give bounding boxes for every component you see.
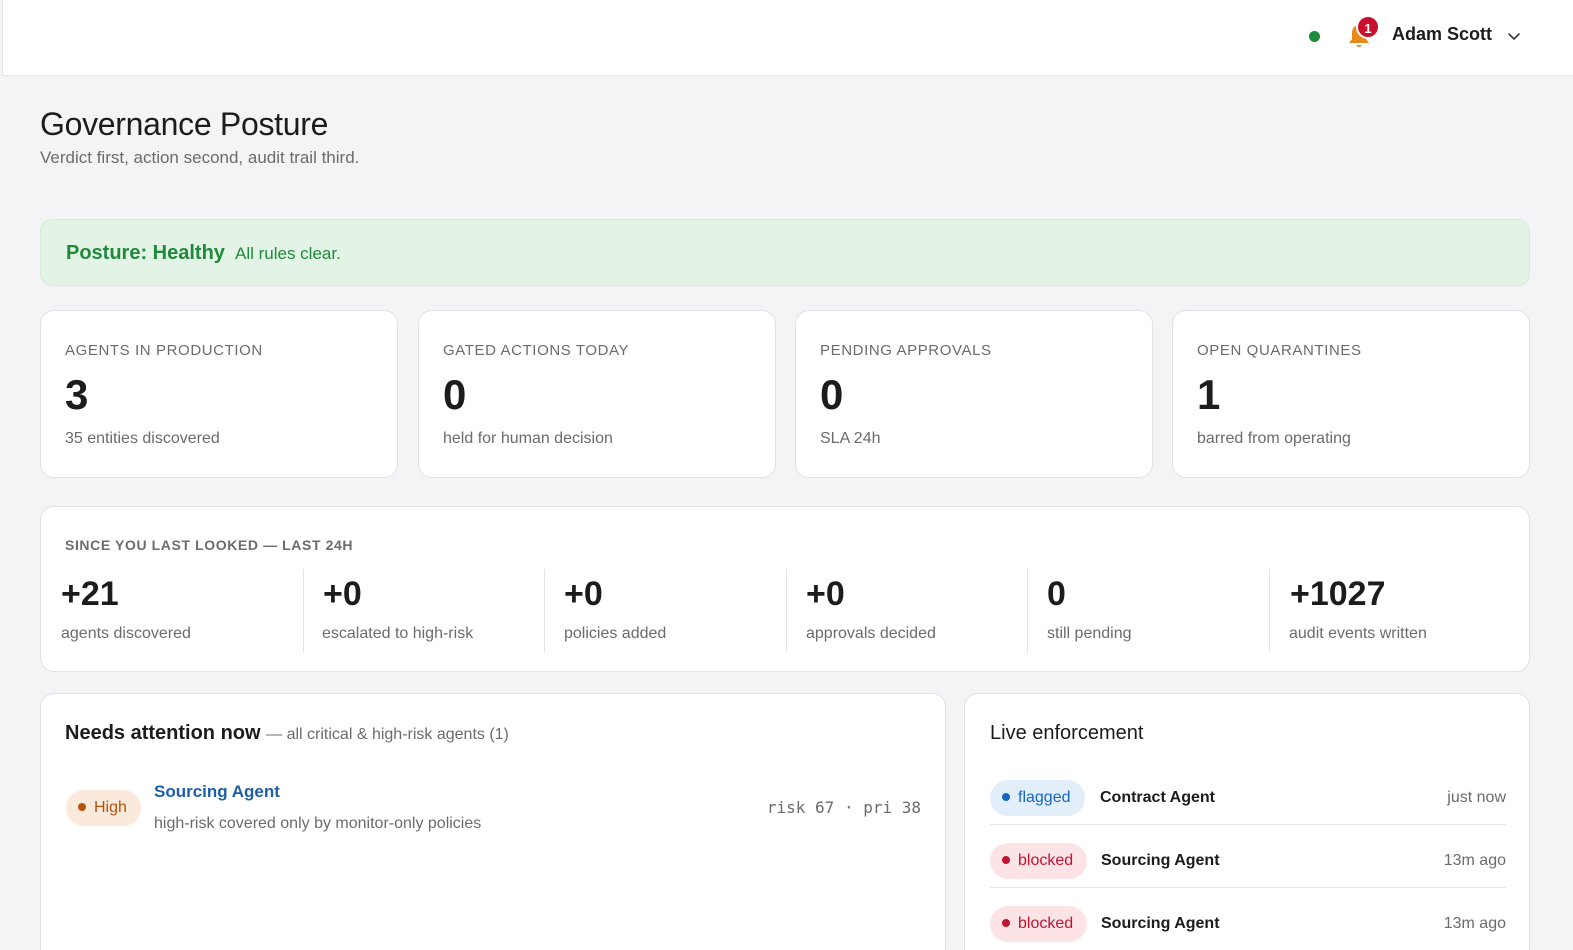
event-time: 13m ago: [1443, 852, 1506, 869]
attention-risk-meta: risk 67 · pri 38: [766, 798, 921, 817]
kpi-subtext: held for human decision: [443, 430, 613, 447]
stat-approvals-decided: +0 approvals decided: [786, 569, 1028, 653]
kpi-value: 1: [1197, 371, 1221, 418]
posture-message: All rules clear.: [235, 244, 341, 263]
stat-label: approvals decided: [806, 625, 936, 642]
kpi-label: OPEN QUARANTINES: [1197, 342, 1362, 359]
kpi-subtext: barred from operating: [1197, 430, 1351, 447]
stat-escalated: +0 escalated to high-risk: [303, 569, 545, 653]
stat-label: policies added: [564, 625, 667, 642]
enforcement-event-row[interactable]: blocked Sourcing Agent 13m ago: [990, 825, 1506, 888]
kpi-label: PENDING APPROVALS: [820, 342, 992, 359]
enforcement-event-row[interactable]: blocked Sourcing Agent 13m ago: [990, 888, 1506, 950]
status-badge: blocked: [990, 906, 1088, 942]
posture-status: Posture: Healthy: [66, 242, 225, 264]
attention-title: Needs attention now: [65, 722, 261, 744]
stat-label: agents discovered: [61, 625, 191, 642]
stat-value: +0: [806, 575, 845, 613]
attention-agent-description: high-risk covered only by monitor-only p…: [154, 815, 482, 832]
severity-badge: High: [66, 790, 141, 826]
stat-value: +1027: [1290, 575, 1386, 613]
attention-heading: Needs attention now — all critical & hig…: [65, 722, 509, 745]
status-dot: [1002, 855, 1010, 864]
kpi-card-agents-in-production[interactable]: AGENTS IN PRODUCTION 3 35 entities disco…: [40, 310, 398, 478]
status-label: blocked: [1018, 852, 1074, 869]
status-dot: [1002, 918, 1010, 927]
event-time: 13m ago: [1443, 915, 1506, 932]
posture-banner: Posture: Healthy All rules clear.: [40, 219, 1530, 286]
kpi-subtext: SLA 24h: [820, 430, 881, 447]
kpi-subtext: 35 entities discovered: [65, 430, 220, 447]
stat-label: escalated to high-risk: [322, 625, 474, 642]
status-indicator: [1309, 31, 1320, 42]
attention-subtitle: — all critical & high-risk agents (1): [266, 726, 509, 743]
since-title: SINCE YOU LAST LOOKED — LAST 24H: [65, 537, 354, 553]
stat-agents-discovered: +21 agents discovered: [61, 569, 303, 653]
status-dot: [1002, 792, 1010, 801]
page-title: Governance Posture: [40, 106, 329, 142]
kpi-value: 0: [820, 371, 844, 418]
stat-value: +21: [61, 575, 119, 613]
chevron-down-icon[interactable]: [1506, 28, 1522, 44]
event-agent-name: Contract Agent: [1100, 789, 1215, 806]
kpi-card-open-quarantines[interactable]: OPEN QUARANTINES 1 barred from operating: [1172, 310, 1530, 478]
kpi-value: 3: [65, 371, 89, 418]
since-last-looked-card: SINCE YOU LAST LOOKED — LAST 24H +21 age…: [40, 506, 1530, 672]
page-subtitle: Verdict first, action second, audit trai…: [40, 148, 360, 167]
stat-label: audit events written: [1289, 625, 1427, 642]
user-menu-name[interactable]: Adam Scott: [1392, 24, 1492, 45]
status-badge: flagged: [990, 780, 1085, 816]
needs-attention-card: Needs attention now — all critical & hig…: [40, 693, 946, 950]
live-enforcement-card: Live enforcement flagged Contract Agent …: [964, 693, 1530, 950]
kpi-value: 0: [443, 371, 467, 418]
live-enforcement-title: Live enforcement: [990, 722, 1144, 744]
kpi-card-gated-actions-today[interactable]: GATED ACTIONS TODAY 0 held for human dec…: [418, 310, 776, 478]
event-agent-name: Sourcing Agent: [1101, 852, 1220, 869]
top-bar: [2, 0, 1573, 76]
event-time: just now: [1447, 789, 1506, 806]
status-label: flagged: [1018, 789, 1071, 806]
kpi-label: AGENTS IN PRODUCTION: [65, 342, 263, 359]
kpi-card-pending-approvals[interactable]: PENDING APPROVALS 0 SLA 24h: [795, 310, 1153, 478]
stat-value: +0: [323, 575, 362, 613]
kpi-label: GATED ACTIONS TODAY: [443, 342, 630, 359]
status-label: blocked: [1018, 915, 1074, 932]
severity-label: High: [94, 799, 127, 816]
stat-still-pending: 0 still pending: [1027, 569, 1269, 653]
status-badge: blocked: [990, 843, 1088, 879]
stat-value: +0: [564, 575, 603, 613]
stat-policies-added: +0 policies added: [544, 569, 786, 653]
event-agent-name: Sourcing Agent: [1101, 915, 1220, 932]
enforcement-event-row[interactable]: flagged Contract Agent just now: [990, 762, 1506, 825]
stat-audit-events: +1027 audit events written: [1269, 569, 1511, 653]
stat-value: 0: [1047, 575, 1066, 613]
attention-agent-link[interactable]: Sourcing Agent: [154, 782, 280, 802]
severity-dot: [78, 802, 86, 811]
notification-count-badge: 1: [1356, 15, 1380, 39]
stat-label: still pending: [1047, 625, 1132, 642]
